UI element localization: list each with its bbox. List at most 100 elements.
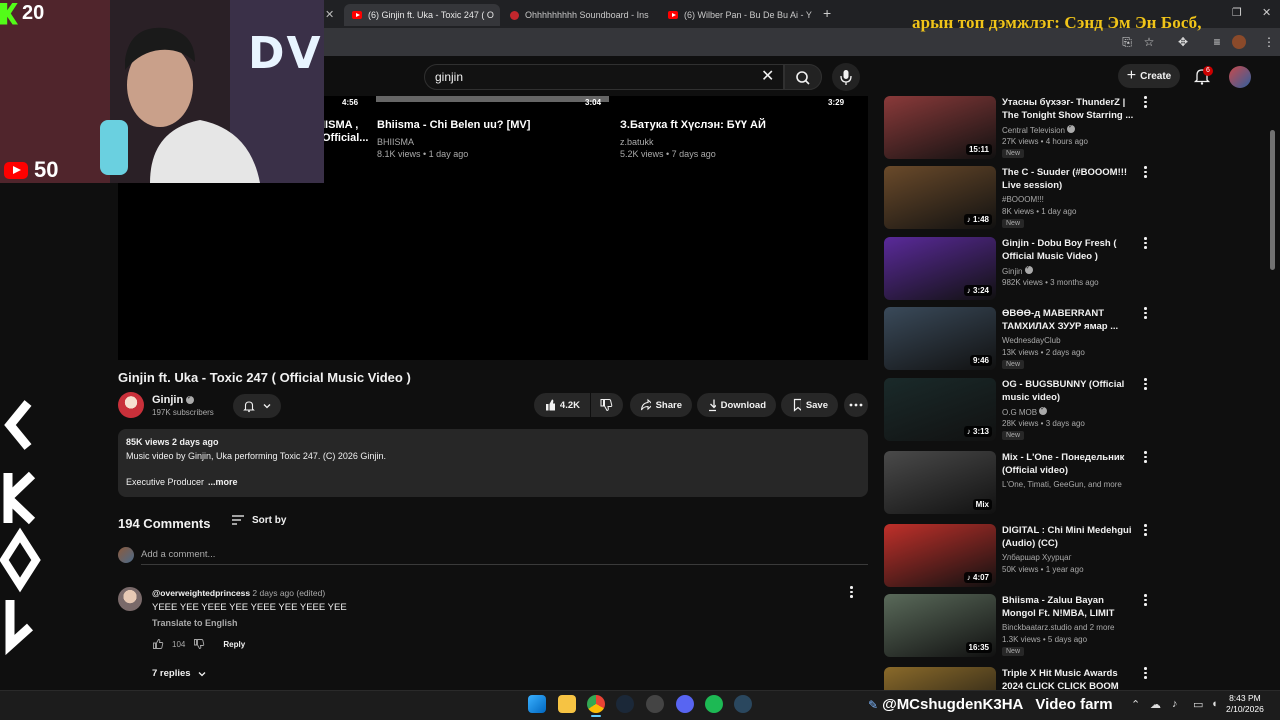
profile-avatar-icon[interactable] [1232,35,1246,49]
recommendation-item[interactable]: ♪ 3:13 OG - BUGSBUNNY (Official music vid… [884,378,1148,441]
more-actions-button[interactable] [844,393,868,417]
recommendation-item[interactable]: ♪ 3:24 Ginjin - Dobu Boy Fresh ( Official… [884,237,1148,300]
channel-avatar[interactable] [118,392,144,418]
share-button[interactable]: Share [630,393,692,417]
display-tray-icon[interactable]: ▭ [1193,698,1203,711]
microphone-tray-icon[interactable]: ♪ [1172,698,1178,710]
end-screen-title[interactable]: IISMA , [322,119,358,131]
install-app-icon[interactable]: ⎘ [1120,35,1134,49]
comment-author[interactable]: @overweightedprincess [152,588,250,598]
recommendation-title[interactable]: Bhiisma - Zaluu Bayan Mongol Ft. N!MBA, … [1002,594,1140,620]
system-clock[interactable]: 8:43 PM 2/10/2026 [1226,693,1264,715]
create-button[interactable]: + Create [1118,64,1180,88]
network-tray-icon[interactable]: ☁ [1150,698,1161,711]
browser-tab[interactable]: (6) Wilber Pan - Bu De Bu Ai - Y ✕ [660,4,820,26]
sort-by-button[interactable]: Sort by [231,514,286,526]
end-screen-title-line2[interactable]: Official... [322,132,368,144]
voice-search-button[interactable] [832,63,860,91]
recommendation-thumbnail[interactable]: 16:35 [884,594,996,657]
recommendation-menu-button[interactable] [1144,451,1147,463]
browser-tab[interactable]: Ohhhhhhhhh Soundboard - Ins ✕ [502,4,658,26]
translate-link[interactable]: Translate to English [152,618,238,628]
recommendation-thumbnail[interactable]: ♪ 4:07 [884,524,996,587]
recommendation-title[interactable]: OG - BUGSBUNNY (Official music video) [1002,378,1140,404]
recommendation-channel[interactable]: Ginjin [1002,264,1033,276]
recommendation-thumbnail[interactable]: ♪ 3:13 [884,378,996,441]
recommendation-channel[interactable]: #BOOOM!!! [1002,195,1044,204]
volume-tray-icon[interactable]: ◖ [1211,698,1218,710]
bookmark-star-icon[interactable]: ☆ [1142,35,1156,49]
account-avatar[interactable] [1229,66,1251,88]
recommendation-channel[interactable]: Улбаршар Хуурцаг [1002,553,1072,562]
thumbs-down-icon[interactable] [193,638,205,650]
recommendation-menu-button[interactable] [1144,524,1147,536]
recommendation-channel[interactable]: L'One, Timati, GeeGun, and more [1002,480,1122,489]
recommendation-channel[interactable]: WednesdayClub [1002,336,1061,345]
clear-search-icon[interactable]: ✕ [761,66,774,86]
new-tab-plus-icon[interactable]: + [823,5,831,21]
comment-menu-button[interactable] [850,586,853,598]
comment-author-avatar[interactable] [118,587,142,611]
search-button[interactable] [784,64,822,90]
discord-icon[interactable] [676,695,694,713]
file-explorer-icon[interactable] [558,695,576,713]
recommendation-menu-button[interactable] [1144,378,1147,390]
media-controls-icon[interactable]: ≡ [1210,35,1224,49]
recommendation-item[interactable]: ♪ 4:07 DIGITAL : Chi Mini Medehgui (Audio… [884,524,1148,587]
windows-start-icon[interactable] [528,695,546,713]
end-screen-thumbnail[interactable] [376,96,609,102]
view-replies-button[interactable]: 7 replies [152,668,207,679]
steam-icon[interactable] [734,695,752,713]
recommendation-title[interactable]: Mix - L'One - Понедельник (Official vide… [1002,451,1140,477]
recommendation-menu-button[interactable] [1144,166,1147,178]
recommendation-thumbnail[interactable]: ♪ 1:48 [884,166,996,229]
save-button[interactable]: Save [781,393,838,417]
recommendation-item[interactable]: 15:11 Утасны бүхээг- ThunderZ | The Tonig… [884,96,1148,159]
tray-overflow-icon[interactable]: ⌃ [1131,698,1140,711]
restore-window-icon[interactable]: ❐ [1232,6,1242,19]
subscription-notification-button[interactable] [233,394,281,418]
recommendation-item[interactable]: 16:35 Bhiisma - Zaluu Bayan Mongol Ft. N!… [884,594,1148,657]
recommendation-channel[interactable]: Binckbaatarz.studio and 2 more [1002,623,1115,632]
recommendation-title[interactable]: The C - Suuder (#BOOOM!!! Live session) [1002,166,1140,192]
recommendation-thumbnail[interactable]: 9:46 [884,307,996,370]
recommendation-menu-button[interactable] [1144,307,1147,319]
recommendation-channel[interactable]: O.G MOB [1002,405,1048,417]
recommendation-item[interactable]: 9:46 ӨВӨӨ-д MABERRANT ТАМХИЛАХ ЗУУР ямар … [884,307,1148,370]
browser-menu-icon[interactable]: ⋮ [1262,35,1276,49]
steam-icon[interactable] [616,695,634,713]
recommendation-thumbnail[interactable]: 15:11 [884,96,996,159]
recommendation-menu-button[interactable] [1144,237,1147,249]
like-button[interactable]: 4.2K [534,393,590,417]
end-screen-title[interactable]: Bhiisma - Chi Belen uu? [MV] [377,119,530,131]
chrome-icon[interactable] [587,695,605,713]
spotify-icon[interactable] [705,695,723,713]
recommendation-item[interactable]: ♪ 1:48 The C - Suuder (#BOOOM!!! Live ses… [884,166,1148,229]
page-scrollbar[interactable] [1270,130,1275,270]
recommendation-title[interactable]: DIGITAL : Chi Mini Medehgui (Audio) (CC) [1002,524,1140,550]
recommendation-menu-button[interactable] [1144,667,1147,679]
close-window-icon[interactable]: ✕ [1262,6,1271,19]
recommendation-menu-button[interactable] [1144,96,1147,108]
dislike-button[interactable] [591,393,623,417]
search-input[interactable]: ginjin [424,64,784,90]
close-tab-icon[interactable]: ✕ [325,8,334,21]
recommendation-item[interactable]: Mix Mix - L'One - Понедельник (Official v… [884,451,1148,514]
comment-time[interactable]: 2 days ago (edited) [252,588,325,598]
thumbs-up-icon[interactable] [152,638,164,650]
channel-name[interactable]: Ginjin [152,394,195,406]
recommendation-channel[interactable]: Central Television [1002,123,1076,135]
obs-icon[interactable] [646,695,664,713]
end-screen-title[interactable]: З.Батука ft Хүслэн: БҮҮ АЙ [620,119,766,131]
recommendation-menu-button[interactable] [1144,594,1147,606]
recommendation-thumbnail[interactable]: ♪ 3:24 [884,237,996,300]
browser-tab-active[interactable]: (6) Ginjin ft. Uka - Toxic 247 ( O ✕ [344,4,500,26]
download-button[interactable]: Download [697,393,776,417]
recommendation-thumbnail[interactable]: Mix [884,451,996,514]
extensions-puzzle-icon[interactable]: ✥ [1176,35,1190,49]
recommendation-title[interactable]: Ginjin - Dobu Boy Fresh ( Official Music… [1002,237,1140,263]
show-more-link[interactable]: ...more [208,477,238,487]
add-comment-input[interactable]: Add a comment... [141,549,215,560]
recommendation-title[interactable]: Утасны бүхээг- ThunderZ | The Tonight Sh… [1002,96,1140,122]
reply-button[interactable]: Reply [223,640,245,649]
